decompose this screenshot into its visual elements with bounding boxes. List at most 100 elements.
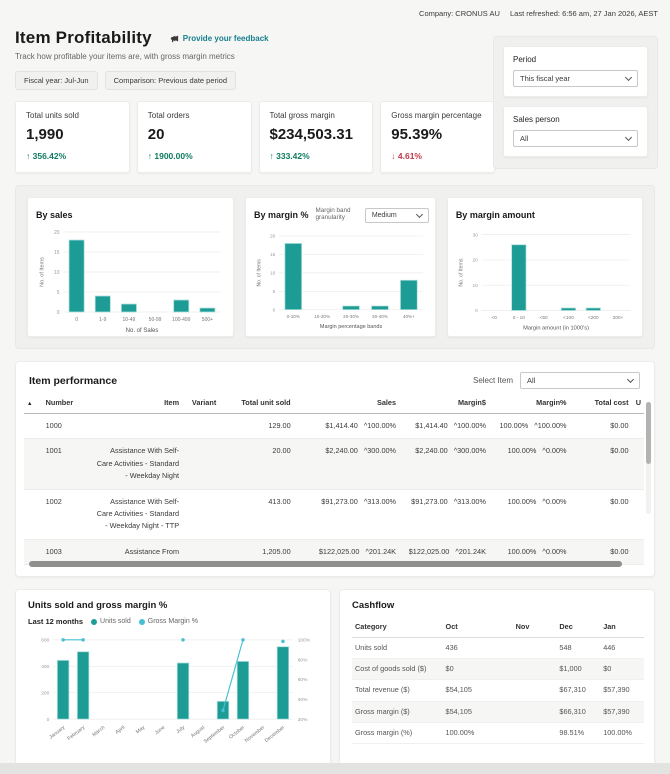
value-cell bbox=[513, 680, 557, 701]
bar[interactable] bbox=[121, 304, 136, 312]
total-cost-cell: $0.00 bbox=[570, 414, 632, 439]
bar[interactable] bbox=[95, 296, 110, 312]
kpi-card[interactable]: Gross margin percentage95.39%↓ 4.61% bbox=[380, 101, 495, 173]
axis-label: 20 bbox=[472, 258, 478, 264]
category-cell: Gross margin ($) bbox=[352, 701, 443, 722]
kpi-card[interactable]: Total gross margin$234,503.31↑ 333.42% bbox=[259, 101, 374, 173]
cashflow-column-header[interactable]: Jan bbox=[600, 618, 644, 638]
value-cell: 436 bbox=[443, 638, 513, 659]
axis-label: Margin percentage bands bbox=[320, 324, 383, 330]
cashflow-row[interactable]: Total revenue ($)$54,105$67,310$57,390 bbox=[352, 680, 644, 701]
axis-label: 20% bbox=[298, 717, 308, 723]
axis-label: 10 bbox=[270, 271, 276, 276]
column-header[interactable]: Variant bbox=[182, 393, 219, 414]
table-row[interactable]: 1000129.00$1,414.40^100.00%$1,414.40^100… bbox=[24, 414, 644, 439]
bar[interactable] bbox=[586, 308, 600, 311]
bar[interactable] bbox=[57, 660, 69, 719]
filter-pill[interactable]: Fiscal year: Jul-Jun bbox=[15, 71, 98, 90]
cashflow-row[interactable]: Gross margin ($)$54,105$66,310$57,390 bbox=[352, 701, 644, 722]
bar[interactable] bbox=[400, 280, 417, 309]
column-header[interactable]: Number bbox=[43, 393, 93, 414]
bar[interactable] bbox=[285, 243, 302, 309]
row-selector-cell bbox=[24, 489, 43, 539]
axis-label: 500+ bbox=[202, 317, 213, 323]
kpi-delta: ↑ 333.42% bbox=[270, 151, 363, 161]
bar[interactable] bbox=[200, 308, 215, 312]
cashflow-row[interactable]: Gross margin (%)100.00%98.51%100.00% bbox=[352, 722, 644, 743]
column-header[interactable]: Item bbox=[92, 393, 182, 414]
cashflow-row[interactable]: Units sold436548446 bbox=[352, 638, 644, 659]
vertical-scrollbar[interactable] bbox=[646, 402, 651, 514]
bar[interactable] bbox=[69, 240, 84, 312]
sort-column-header[interactable]: ▲ bbox=[24, 393, 43, 414]
data-point[interactable] bbox=[281, 640, 284, 643]
kpi-card[interactable]: Total orders20↑ 1900.00% bbox=[137, 101, 252, 173]
axis-label: March bbox=[91, 725, 106, 739]
arrow-up-icon: ↑ bbox=[270, 151, 277, 161]
row-selector-cell bbox=[24, 439, 43, 489]
data-point[interactable] bbox=[181, 638, 184, 641]
granularity-select[interactable]: Medium bbox=[365, 208, 429, 223]
horizontal-scrollbar-thumb[interactable] bbox=[29, 561, 622, 567]
axis-label: 0-10% bbox=[287, 314, 300, 319]
axis-label: 10-20% bbox=[314, 314, 330, 319]
cashflow-column-header[interactable]: Dec bbox=[556, 618, 600, 638]
item-performance-table: ▲NumberItemVariantTotal unit soldSalesMa… bbox=[24, 393, 644, 565]
change-value: ^313.00% bbox=[364, 497, 396, 506]
legend-dot-icon bbox=[139, 619, 145, 625]
number-cell: 1000 bbox=[43, 414, 93, 439]
cashflow-row[interactable]: Cost of goods sold ($)$0$1,000$0 bbox=[352, 659, 644, 680]
row-selector-cell bbox=[24, 414, 43, 439]
axis-label: <50 bbox=[539, 315, 547, 321]
data-point[interactable] bbox=[81, 638, 84, 641]
cashflow-column-header[interactable]: Oct bbox=[443, 618, 513, 638]
cashflow-column-header[interactable]: Category bbox=[352, 618, 443, 638]
salesperson-select[interactable]: All bbox=[513, 130, 638, 147]
cashflow-column-header[interactable]: Nov bbox=[513, 618, 557, 638]
cashflow-table: CategoryOctNovDecJan Units sold436548446… bbox=[352, 618, 644, 744]
axis-label: August bbox=[190, 724, 207, 739]
bar[interactable] bbox=[372, 306, 389, 310]
bar[interactable] bbox=[343, 306, 360, 310]
data-point[interactable] bbox=[241, 638, 244, 641]
bar[interactable] bbox=[511, 245, 525, 311]
table-row[interactable]: 1001Assistance With Self-Care Activities… bbox=[24, 439, 644, 489]
column-header[interactable]: U bbox=[632, 393, 644, 414]
column-header[interactable]: Margin$ bbox=[399, 393, 489, 414]
horizontal-scrollbar[interactable] bbox=[29, 561, 634, 567]
axis-label: No. of Items bbox=[256, 259, 262, 287]
column-header[interactable]: Total unit sold bbox=[219, 393, 293, 414]
legend-item[interactable]: Gross Margin % bbox=[139, 618, 198, 625]
column-header[interactable]: Total cost bbox=[570, 393, 632, 414]
table-row[interactable]: 1002Assistance With Self-Care Activities… bbox=[24, 489, 644, 539]
column-header[interactable]: Margin% bbox=[489, 393, 570, 414]
filter-pill[interactable]: Comparison: Previous date period bbox=[105, 71, 236, 90]
item-performance-table-container: ▲NumberItemVariantTotal unit soldSalesMa… bbox=[16, 393, 654, 569]
kpi-card[interactable]: Total units sold1,990↑ 356.42% bbox=[15, 101, 130, 173]
kpi-label: Total gross margin bbox=[270, 111, 363, 120]
change-value: ^201.24K bbox=[365, 547, 396, 556]
axis-label: 30-40% bbox=[372, 314, 388, 319]
data-point[interactable] bbox=[221, 709, 224, 712]
bar[interactable] bbox=[277, 647, 289, 719]
value-cell: 446 bbox=[600, 638, 644, 659]
legend-item[interactable]: Units sold bbox=[91, 618, 131, 625]
bar[interactable] bbox=[561, 308, 575, 311]
bar[interactable] bbox=[177, 663, 189, 719]
bar[interactable] bbox=[237, 661, 249, 719]
feedback-link[interactable]: Provide your feedback bbox=[170, 34, 269, 43]
value-cell: $67,310 bbox=[556, 680, 600, 701]
report-header: Item Profitability Provide your feedback… bbox=[15, 28, 485, 90]
bar[interactable] bbox=[77, 652, 89, 719]
units-margin-combo-chart: 020040060020%40%60%80%100%JanuaryFebruar… bbox=[28, 628, 320, 760]
change-value: ^201.24K bbox=[455, 547, 486, 556]
kpi-label: Total orders bbox=[148, 111, 241, 120]
granularity-label: Margin band granularity bbox=[316, 208, 360, 222]
data-point[interactable] bbox=[61, 638, 64, 641]
column-header[interactable]: Sales bbox=[294, 393, 399, 414]
bar[interactable] bbox=[174, 300, 189, 312]
vertical-scrollbar-thumb[interactable] bbox=[646, 402, 651, 464]
axis-label: May bbox=[135, 724, 147, 735]
select-item-dropdown[interactable]: All bbox=[520, 372, 640, 389]
period-select[interactable]: This fiscal year bbox=[513, 70, 638, 87]
